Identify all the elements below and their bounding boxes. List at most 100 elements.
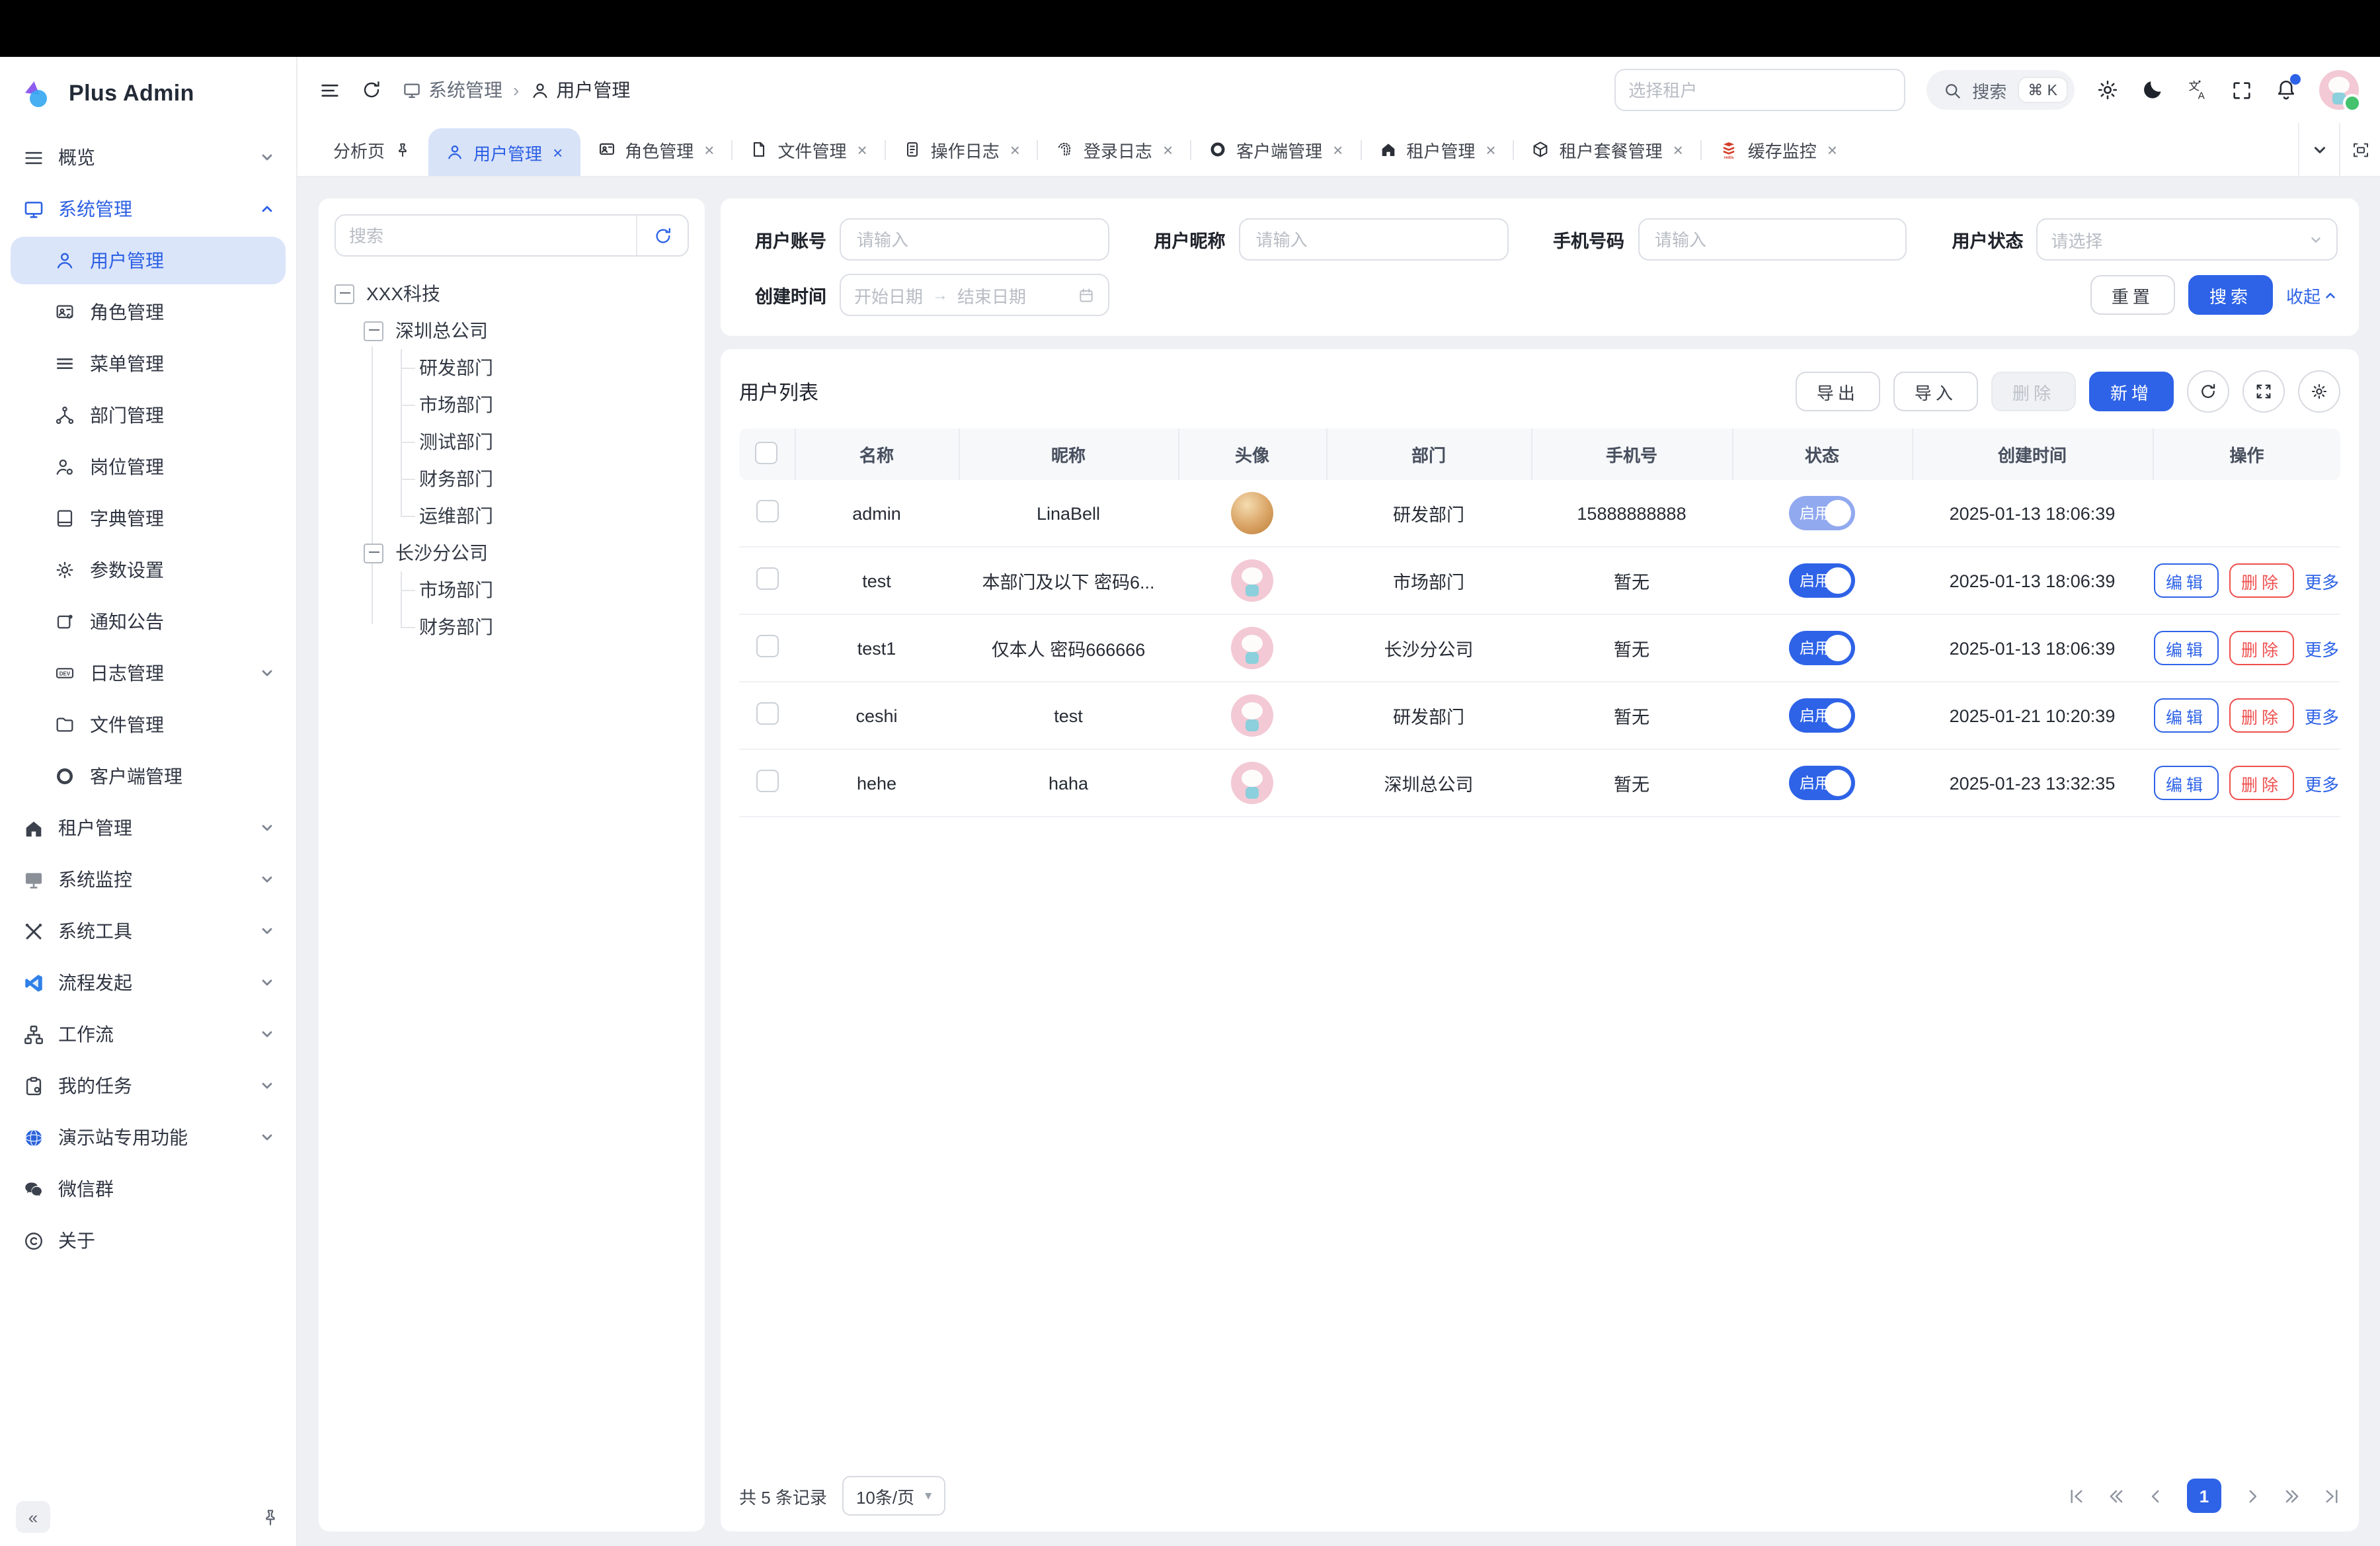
hamburger-icon[interactable] <box>319 79 341 101</box>
sidebar-item-wechat-group[interactable]: 微信群 <box>11 1165 286 1213</box>
tree-collapse-icon[interactable] <box>364 543 383 563</box>
breadcrumb-item-system[interactable]: 系统管理 <box>402 77 502 103</box>
status-toggle[interactable]: 启用 <box>1789 496 1855 530</box>
tree-node-root[interactable]: XXX科技 <box>335 275 689 312</box>
tab-cache-monitor[interactable]: redis 缓存监控 × <box>1702 123 1854 176</box>
status-toggle[interactable]: 启用 <box>1789 631 1855 665</box>
status-select[interactable]: 请选择 <box>2037 218 2338 261</box>
delete-button[interactable]: 删除 <box>1991 372 2076 411</box>
tree-node-leaf[interactable]: 市场部门 <box>335 386 689 423</box>
reset-button[interactable]: 重置 <box>2090 275 2175 315</box>
column-settings-icon[interactable] <box>2298 370 2340 413</box>
tab-login-log[interactable]: 登录日志 × <box>1039 123 1190 176</box>
import-button[interactable]: 导入 <box>1893 372 1978 411</box>
tree-collapse-icon[interactable] <box>364 321 383 341</box>
tree-node-leaf[interactable]: 市场部门 <box>335 571 689 608</box>
sidebar-item-about[interactable]: 关于 <box>11 1217 286 1264</box>
sidebar-item-menus[interactable]: 菜单管理 <box>11 340 286 387</box>
row-checkbox[interactable] <box>756 500 778 522</box>
search-button[interactable]: 搜索 <box>2188 275 2273 315</box>
tab-tenants[interactable]: 租户管理 × <box>1361 123 1513 176</box>
content-fullscreen-icon[interactable] <box>2339 123 2380 176</box>
tree-node-leaf[interactable]: 财务部门 <box>335 460 689 497</box>
table-fullscreen-icon[interactable] <box>2242 370 2285 413</box>
tab-operation-log[interactable]: 操作日志 × <box>886 123 1037 176</box>
tab-files[interactable]: 文件管理 × <box>733 123 884 176</box>
tab-users[interactable]: 用户管理 × <box>428 128 580 176</box>
more-button[interactable]: 更多 <box>2305 635 2339 661</box>
tab-roles[interactable]: 角色管理 × <box>580 123 731 176</box>
page-size-select[interactable]: 10条/页 ▾ <box>843 1476 945 1516</box>
close-icon[interactable]: × <box>1163 140 1173 159</box>
tree-node-leaf[interactable]: 财务部门 <box>335 608 689 645</box>
close-icon[interactable]: × <box>1673 140 1683 159</box>
close-icon[interactable]: × <box>1827 140 1837 159</box>
tree-node-leaf[interactable]: 研发部门 <box>335 349 689 386</box>
row-checkbox[interactable] <box>756 770 778 792</box>
notifications-bell-icon[interactable] <box>2274 78 2298 102</box>
dark-mode-icon[interactable] <box>2141 78 2164 102</box>
tab-analysis[interactable]: 分析页 <box>316 123 428 176</box>
avatar[interactable] <box>2319 70 2359 110</box>
account-input[interactable] <box>854 228 1095 251</box>
page-number[interactable]: 1 <box>2187 1479 2221 1513</box>
export-button[interactable]: 导出 <box>1796 372 1880 411</box>
edit-button[interactable]: 编辑 <box>2154 563 2219 598</box>
prev-5-pages-button[interactable] <box>2108 1487 2125 1504</box>
sidebar-item-demo-features[interactable]: 演示站专用功能 <box>11 1114 286 1161</box>
tenant-select[interactable] <box>1614 69 1905 111</box>
row-checkbox[interactable] <box>756 702 778 725</box>
row-delete-button[interactable]: 删除 <box>2229 766 2294 800</box>
status-toggle[interactable]: 启用 <box>1789 563 1855 598</box>
breadcrumb-item-users[interactable]: 用户管理 <box>530 77 630 103</box>
date-range-picker[interactable]: 开始日期 → 结束日期 <box>840 274 1109 316</box>
sidebar-item-posts[interactable]: 岗位管理 <box>11 443 286 491</box>
row-delete-button[interactable]: 删除 <box>2229 698 2294 733</box>
close-icon[interactable]: × <box>1486 140 1495 159</box>
tab-clients[interactable]: 客户端管理 × <box>1191 123 1360 176</box>
status-toggle[interactable]: 启用 <box>1789 698 1855 733</box>
select-all-checkbox[interactable] <box>756 441 778 464</box>
row-delete-button[interactable]: 删除 <box>2229 563 2294 598</box>
close-icon[interactable]: × <box>1333 140 1343 159</box>
row-checkbox[interactable] <box>756 635 778 657</box>
sidebar-item-overview[interactable]: 概览 <box>11 134 286 181</box>
tree-node-leaf[interactable]: 测试部门 <box>335 423 689 460</box>
edit-button[interactable]: 编辑 <box>2154 631 2219 665</box>
tree-search-input[interactable] <box>336 216 636 255</box>
global-search[interactable]: 搜索 ⌘ K <box>1926 70 2075 110</box>
tree-refresh-icon[interactable] <box>636 216 688 255</box>
last-page-button[interactable] <box>2323 1487 2340 1504</box>
more-button[interactable]: 更多 <box>2305 770 2339 795</box>
sidebar-item-files[interactable]: 文件管理 <box>11 701 286 749</box>
table-refresh-icon[interactable] <box>2187 370 2229 413</box>
pin-icon[interactable] <box>260 1507 280 1527</box>
tree-node-branch[interactable]: 长沙分公司 <box>335 534 689 571</box>
sidebar-item-dictionary[interactable]: 字典管理 <box>11 495 286 542</box>
row-delete-button[interactable]: 删除 <box>2229 631 2294 665</box>
close-icon[interactable]: × <box>553 142 563 162</box>
prev-page-button[interactable] <box>2147 1487 2164 1504</box>
edit-button[interactable]: 编辑 <box>2154 698 2219 733</box>
next-page-button[interactable] <box>2244 1487 2261 1504</box>
sidebar-item-users[interactable]: 用户管理 <box>11 237 286 284</box>
sidebar-item-process[interactable]: 流程发起 <box>11 959 286 1006</box>
more-button[interactable]: 更多 <box>2305 568 2339 593</box>
nickname-input[interactable] <box>1253 228 1494 251</box>
sidebar-item-roles[interactable]: 角色管理 <box>11 288 286 336</box>
settings-icon[interactable] <box>2096 78 2120 102</box>
sidebar-item-tasks[interactable]: 我的任务 <box>11 1062 286 1110</box>
edit-button[interactable]: 编辑 <box>2154 766 2219 800</box>
sidebar-item-departments[interactable]: 部门管理 <box>11 391 286 439</box>
first-page-button[interactable] <box>2068 1487 2085 1504</box>
sidebar-item-monitor[interactable]: 系统监控 <box>11 856 286 903</box>
sidebar-collapse-button[interactable]: « <box>16 1501 50 1533</box>
sidebar-item-system[interactable]: 系统管理 <box>11 185 286 233</box>
row-checkbox[interactable] <box>756 567 778 590</box>
tab-list-dropdown[interactable] <box>2298 123 2339 176</box>
tree-collapse-icon[interactable] <box>335 284 354 304</box>
close-icon[interactable]: × <box>857 140 867 159</box>
sidebar-item-tenants[interactable]: 租户管理 <box>11 804 286 852</box>
tree-node-branch[interactable]: 深圳总公司 <box>335 312 689 349</box>
sidebar-item-tools[interactable]: 系统工具 <box>11 907 286 955</box>
